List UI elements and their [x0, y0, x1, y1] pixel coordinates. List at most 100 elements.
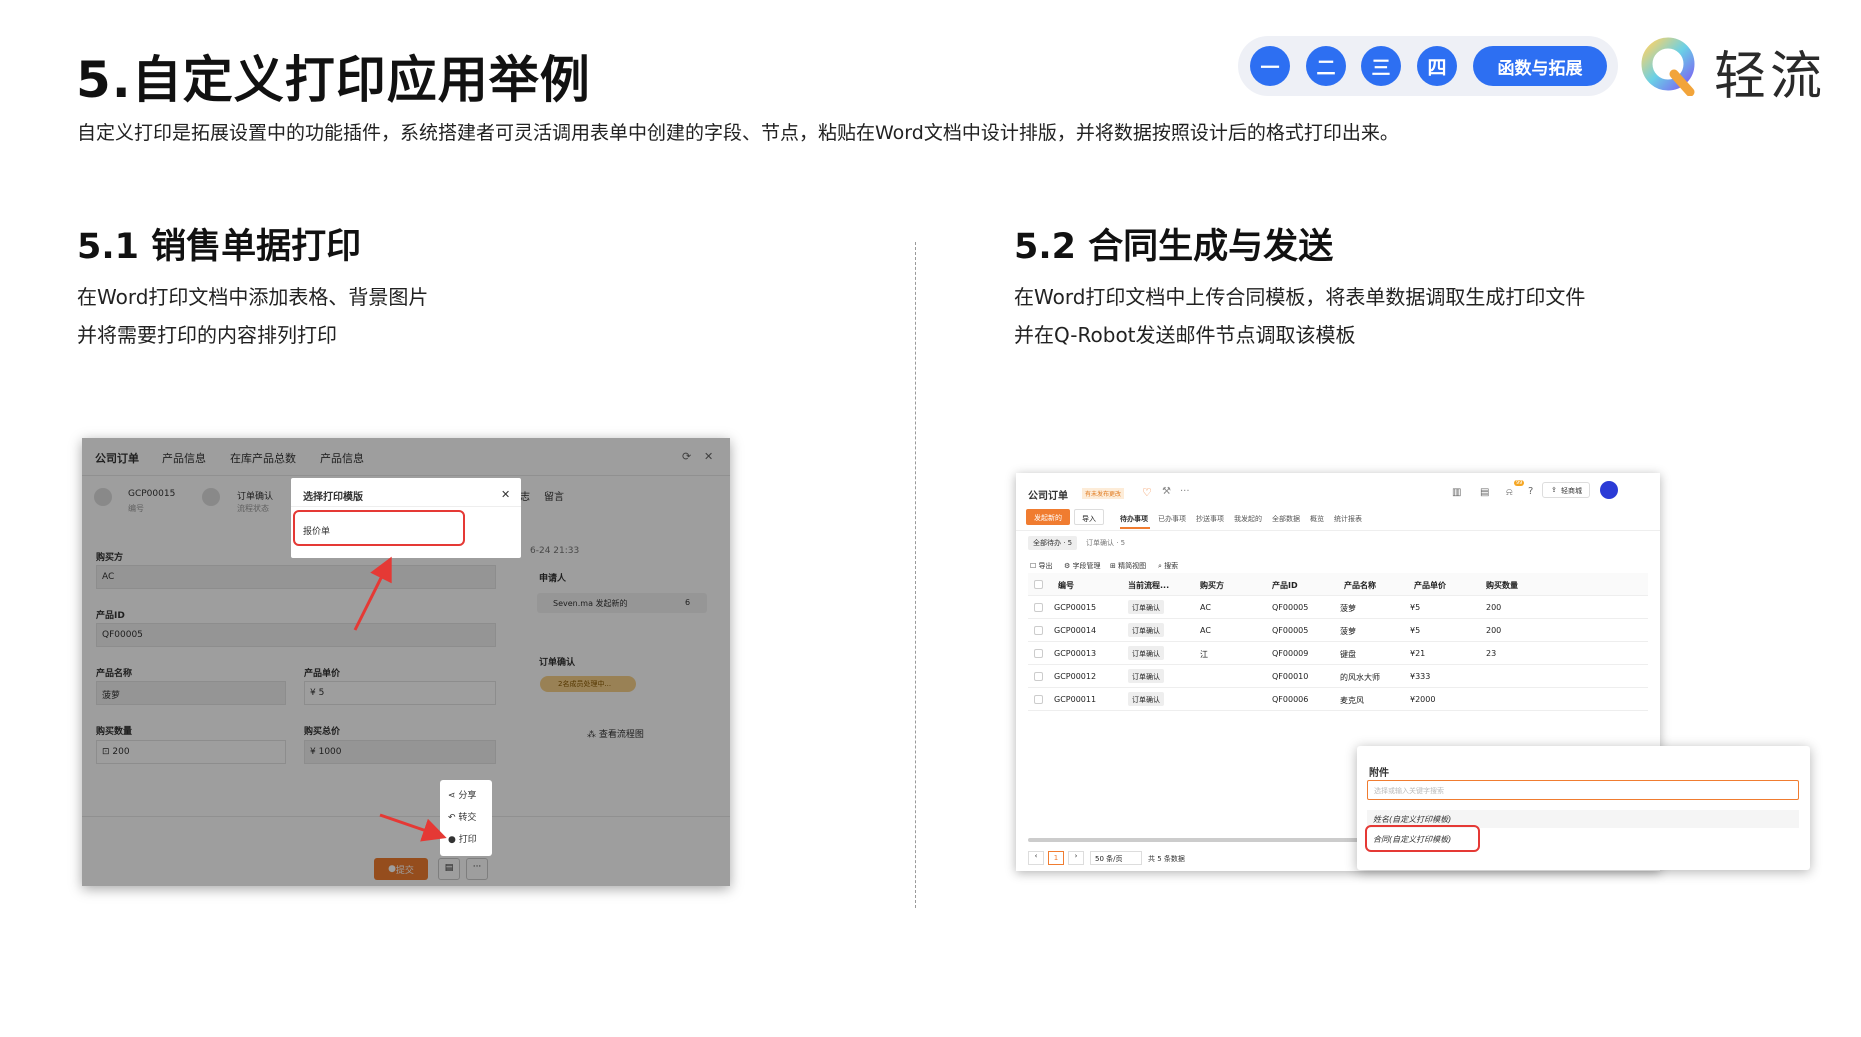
tab-all-data[interactable]: 全部数据 — [1272, 514, 1300, 524]
grid-icon: ⊞ — [1110, 562, 1119, 570]
cell-id: GCP00012 — [1054, 672, 1097, 681]
section-5-1-heading: 5.1 销售单据打印 — [77, 227, 362, 267]
table-row[interactable]: GCP00012 订单确认 QF00010 的风水大师 ¥333 — [1028, 665, 1648, 688]
search-label: 搜索 — [1164, 562, 1179, 570]
tab-reports[interactable]: 统计报表 — [1334, 514, 1362, 524]
active-tab-underline — [1120, 527, 1150, 529]
row-checkbox[interactable] — [1034, 603, 1043, 612]
field-manage-button[interactable]: ⚙ 字段管理 — [1064, 561, 1101, 571]
tab-done[interactable]: 已办事项 — [1158, 514, 1186, 524]
doc-icon[interactable]: ▤ — [1480, 487, 1489, 498]
next-page-icon[interactable]: › — [1068, 851, 1084, 865]
page-number[interactable]: 1 — [1048, 851, 1064, 865]
help-icon[interactable]: ? — [1528, 486, 1533, 497]
chart-icon[interactable]: ▥ — [1452, 487, 1461, 498]
nav-item-4[interactable]: 四 — [1417, 46, 1457, 86]
search-button[interactable]: ⌕ 搜索 — [1158, 561, 1178, 571]
annotation-arrows — [353, 556, 447, 842]
row-checkbox[interactable] — [1034, 649, 1043, 658]
col-quantity[interactable]: 购买数量 — [1486, 580, 1518, 591]
tabs-divider — [1016, 530, 1660, 531]
cell-id: GCP00014 — [1054, 626, 1097, 635]
filter-order-confirm[interactable]: 订单确认 · 5 — [1086, 538, 1125, 548]
cell-product-id: QF00010 — [1272, 672, 1309, 681]
bell-icon[interactable]: ⍾ — [1506, 487, 1513, 498]
more-icon[interactable]: ··· — [1180, 486, 1190, 497]
cell-product-name: 菠萝 — [1340, 627, 1356, 636]
attachment-search-input[interactable]: 选择或输入关键字搜索 — [1367, 780, 1799, 800]
unpublished-tag: 有未发布更改 — [1082, 488, 1125, 499]
table-row[interactable]: GCP00015 订单确认 AC QF00005 菠萝 ¥5 200 — [1028, 596, 1648, 619]
page-size-select[interactable]: 50 条/页 — [1090, 851, 1142, 865]
filter-all-todo[interactable]: 全部待办 · 5 — [1028, 536, 1078, 550]
highlight-box — [1365, 825, 1480, 852]
arrow-to-template — [353, 556, 392, 631]
cell-unit-price: ¥2000 — [1410, 695, 1436, 704]
cell-process: 订单确认 — [1128, 646, 1164, 660]
mall-button[interactable]: ⇪ 轻商城 — [1542, 482, 1590, 498]
cell-product-id: QF00005 — [1272, 603, 1309, 612]
mall-label: 轻商城 — [1561, 487, 1582, 495]
horizontal-scrollbar[interactable] — [1028, 838, 1368, 842]
select-all-checkbox[interactable] — [1034, 580, 1043, 589]
nav-item-1[interactable]: 一 — [1250, 46, 1290, 86]
tab-overview[interactable]: 概览 — [1310, 514, 1324, 524]
mall-icon: ⇪ — [1551, 486, 1557, 494]
table-row[interactable]: GCP00013 订单确认 江 QF00009 键盘 ¥21 23 — [1028, 642, 1648, 665]
app-title: 公司订单 — [1028, 491, 1068, 502]
col-product-name[interactable]: 产品名称 — [1344, 580, 1376, 591]
section-5-1-desc-2: 并将需要打印的内容排列打印 — [77, 323, 337, 347]
cell-unit-price: ¥333 — [1410, 672, 1431, 681]
arrow-to-print — [379, 813, 447, 842]
export-icon: ☐ — [1030, 562, 1039, 570]
tab-todo[interactable]: 待办事项 — [1120, 514, 1148, 524]
row-checkbox[interactable] — [1034, 695, 1043, 704]
section-5-1-desc-1: 在Word打印文档中添加表格、背景图片 — [77, 285, 429, 309]
section-divider — [915, 242, 916, 908]
col-unit-price[interactable]: 产品单价 — [1414, 580, 1446, 591]
cell-product-name: 菠萝 — [1340, 604, 1356, 613]
col-buyer[interactable]: 购买方 — [1200, 580, 1224, 591]
attachment-popover: 附件 选择或输入关键字搜索 姓名(自定义打印模板) 合同(自定义打印模板) — [1357, 746, 1810, 870]
avatar[interactable] — [1600, 481, 1618, 499]
notification-badge: 99 — [1514, 480, 1525, 486]
cell-product-name: 麦克风 — [1340, 696, 1364, 705]
col-product-id[interactable]: 产品ID — [1272, 580, 1298, 591]
cell-id: GCP00011 — [1054, 695, 1097, 704]
import-button[interactable]: 导入 — [1074, 509, 1104, 525]
nav-item-3[interactable]: 三 — [1361, 46, 1401, 86]
table-row[interactable]: GCP00011 订单确认 QF00006 麦克风 ¥2000 — [1028, 688, 1648, 711]
tab-mine[interactable]: 我发起的 — [1234, 514, 1262, 524]
cell-process: 订单确认 — [1128, 669, 1164, 683]
cell-unit-price: ¥5 — [1410, 626, 1421, 635]
row-checkbox[interactable] — [1034, 672, 1043, 681]
table-row[interactable]: GCP00014 订单确认 AC QF00005 菠萝 ¥5 200 — [1028, 619, 1648, 642]
cell-process: 订单确认 — [1128, 692, 1164, 706]
col-process[interactable]: 当前流程... — [1128, 580, 1169, 591]
new-record-button[interactable]: 发起新的 — [1026, 509, 1070, 525]
tab-cc[interactable]: 抄送事项 — [1196, 514, 1224, 524]
nav-item-functions[interactable]: 函数与拓展 — [1473, 46, 1607, 86]
attachment-search-placeholder: 选择或输入关键字搜索 — [1374, 787, 1444, 795]
cell-unit-price: ¥21 — [1410, 649, 1426, 658]
section-5-2-heading: 5.2 合同生成与发送 — [1014, 227, 1334, 267]
cell-product-name: 键盘 — [1340, 650, 1356, 659]
logo-text: 轻流 — [1714, 47, 1827, 107]
wrench-icon[interactable]: ⚒ — [1162, 486, 1171, 497]
col-id[interactable]: 编号 — [1058, 580, 1074, 591]
prev-page-icon[interactable]: ‹ — [1028, 851, 1044, 865]
compact-view-button[interactable]: ⊞ 精简视图 — [1110, 561, 1146, 571]
gear-icon: ⚙ — [1064, 562, 1073, 570]
row-checkbox[interactable] — [1034, 626, 1043, 635]
cell-id: GCP00013 — [1054, 649, 1097, 658]
attachment-title: 附件 — [1369, 768, 1389, 779]
page-subtitle: 自定义打印是拓展设置中的功能插件，系统搭建者可灵活调用表单中创建的字段、节点，粘… — [77, 122, 1399, 144]
nav-item-2[interactable]: 二 — [1306, 46, 1346, 86]
export-label: 导出 — [1038, 562, 1053, 570]
field-manage-label: 字段管理 — [1072, 562, 1101, 570]
cell-quantity: 200 — [1486, 603, 1502, 612]
export-button[interactable]: ☐ 导出 — [1030, 561, 1053, 571]
qingliu-logo-icon — [1641, 37, 1695, 96]
cell-process: 订单确认 — [1128, 623, 1164, 637]
favorite-icon[interactable]: ♡ — [1142, 486, 1152, 499]
